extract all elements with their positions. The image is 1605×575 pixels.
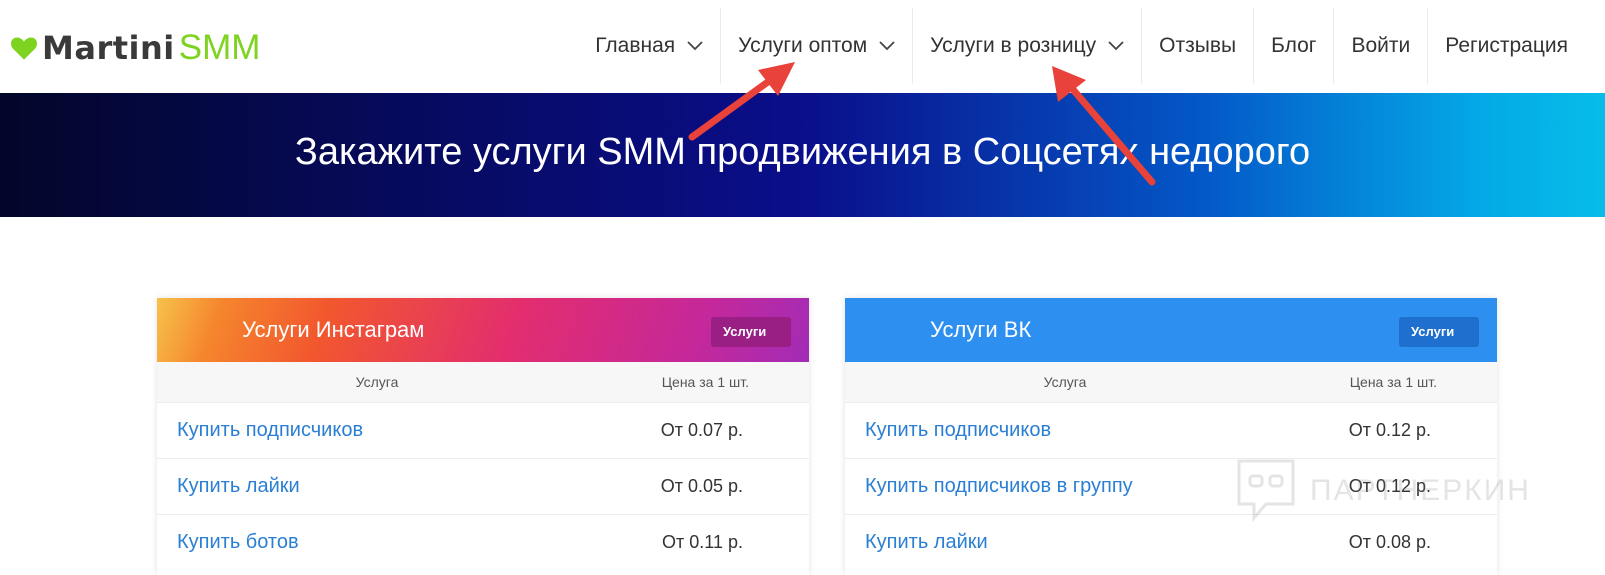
vk-services-card: Услуги ВК Услуги Услуга Цена за 1 шт. Ку… xyxy=(845,298,1497,575)
service-link[interactable]: Купить ботов xyxy=(177,531,299,554)
watermark: ПАРТНЕРКИН xyxy=(1236,456,1531,526)
nav-label: Услуги в розницу xyxy=(930,34,1097,57)
nav-label: Отзывы xyxy=(1159,34,1237,57)
logo[interactable]: Martini SMM xyxy=(10,28,260,68)
service-price: От 0.05 р. xyxy=(660,476,743,496)
table-row: Купить ботов От 0.11 р. xyxy=(157,514,809,570)
chat-bubble-icon xyxy=(1237,459,1295,523)
nav-item-retail[interactable]: Услуги в розницу xyxy=(912,8,1141,84)
service-price: От 0.08 р. xyxy=(1348,532,1431,552)
card-header: Услуги ВК Услуги xyxy=(845,298,1497,362)
card-header: Услуги Инстаграм Услуги xyxy=(157,298,809,362)
instagram-services-card: Услуги Инстаграм Услуги Услуга Цена за 1… xyxy=(157,298,809,575)
hero-title: Закажите услуги SMM продвижения в Соцсет… xyxy=(294,131,1311,173)
nav-item-reviews[interactable]: Отзывы xyxy=(1141,8,1253,84)
nav-item-wholesale[interactable]: Услуги оптом xyxy=(720,8,912,84)
card-title: Услуги ВК xyxy=(930,317,1032,342)
column-header-service: Услуга xyxy=(1043,374,1087,390)
nav-item-register[interactable]: Регистрация xyxy=(1427,8,1585,84)
table-header: Услуга Цена за 1 шт. xyxy=(845,362,1497,402)
table-row: Купить лайки От 0.05 р. xyxy=(157,458,809,514)
nav-item-home[interactable]: Главная xyxy=(578,8,720,84)
logo-text-smm: SMM xyxy=(178,28,261,67)
nav-label: Главная xyxy=(595,34,676,57)
watermark-text: ПАРТНЕРКИН xyxy=(1310,474,1531,507)
nav-label: Услуги оптом xyxy=(738,34,868,57)
chevron-down-icon xyxy=(1108,41,1124,51)
column-header-price: Цена за 1 шт. xyxy=(1349,374,1437,390)
nav-label: Регистрация xyxy=(1445,34,1568,57)
card-title: Услуги Инстаграм xyxy=(242,317,425,342)
table-row: Купить подписчиков От 0.12 р. xyxy=(845,402,1497,458)
service-link[interactable]: Купить лайки xyxy=(177,475,300,498)
column-header-price: Цена за 1 шт. xyxy=(661,374,749,390)
services-button[interactable]: Услуги xyxy=(711,317,791,347)
table-header: Услуга Цена за 1 шт. xyxy=(157,362,809,402)
column-header-service: Услуга xyxy=(355,374,399,390)
services-button[interactable]: Услуги xyxy=(1399,317,1479,347)
service-link[interactable]: Купить подписчиков xyxy=(177,419,363,442)
service-price: От 0.12 р. xyxy=(1348,420,1431,440)
hero-banner: Закажите услуги SMM продвижения в Соцсет… xyxy=(0,93,1605,217)
nav-label: Войти xyxy=(1351,34,1411,57)
service-price: От 0.11 р. xyxy=(662,532,743,552)
nav-item-blog[interactable]: Блог xyxy=(1253,8,1333,84)
service-link[interactable]: Купить подписчиков в группу xyxy=(865,475,1133,498)
nav-item-login[interactable]: Войти xyxy=(1333,8,1427,84)
main-nav: Главная Услуги оптом Услуги в розницу От… xyxy=(578,8,1585,84)
chevron-down-icon xyxy=(687,41,703,51)
site-header: Martini SMM Главная Услуги оптом Услуги … xyxy=(0,0,1605,93)
logo-text-martini: Martini xyxy=(42,29,175,67)
nav-label: Блог xyxy=(1271,34,1317,57)
table-row: Купить подписчиков От 0.07 р. xyxy=(157,402,809,458)
chevron-down-icon xyxy=(879,41,895,51)
service-link[interactable]: Купить подписчиков xyxy=(865,419,1051,442)
heart-icon xyxy=(10,37,38,60)
service-link[interactable]: Купить лайки xyxy=(865,531,988,554)
service-price: От 0.07 р. xyxy=(660,420,743,440)
